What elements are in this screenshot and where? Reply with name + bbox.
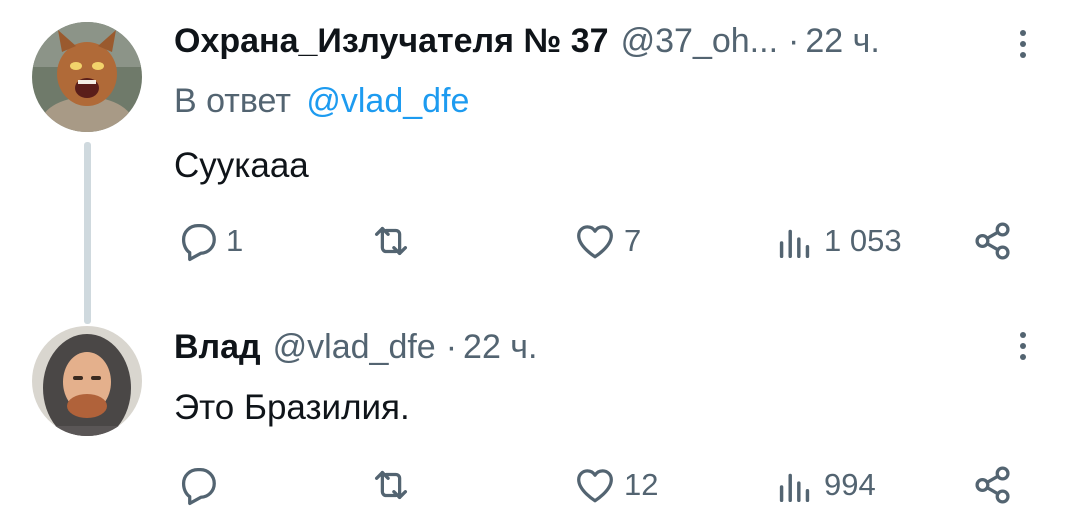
views-count: 1 053 (824, 223, 902, 258)
reply-button[interactable] (174, 460, 226, 510)
like-button[interactable]: 12 (572, 460, 658, 510)
timestamp[interactable]: 22 ч. (805, 22, 879, 61)
author-name[interactable]: Влад (174, 328, 261, 367)
retweet-button[interactable] (368, 460, 420, 510)
tweet-header: Охрана_Излучателя № 37 @37_oh... · 22 ч. (174, 22, 880, 61)
hooded-man-avatar-icon (32, 326, 142, 436)
retweet-icon (374, 470, 408, 500)
tweet-actions: 1 7 1 053 (174, 216, 1024, 266)
separator-dot: · (445, 328, 458, 366)
cartoon-cat-avatar-icon (32, 22, 142, 132)
reply-icon (181, 224, 216, 262)
more-options-icon[interactable] (1020, 332, 1028, 365)
share-button[interactable] (970, 460, 1016, 510)
views-button[interactable]: 1 053 (772, 216, 902, 266)
separator-dot: · (788, 22, 800, 60)
like-button[interactable]: 7 (572, 216, 641, 266)
tweet-actions: 12 994 (174, 460, 1024, 510)
tweet-text: Суукааа (174, 146, 309, 185)
avatar[interactable] (32, 22, 142, 132)
author-handle[interactable]: @37_oh... (621, 22, 778, 61)
reply-count: 1 (226, 223, 244, 258)
share-icon (975, 466, 1010, 504)
share-button[interactable] (970, 216, 1016, 266)
author-handle[interactable]: @vlad_dfe (273, 328, 436, 367)
share-icon (975, 222, 1010, 260)
thread-line (84, 142, 91, 324)
reply-icon (181, 468, 216, 506)
reply-to-mention[interactable]: @vlad_dfe (306, 82, 469, 120)
tweet-header: Влад @vlad_dfe · 22 ч. (174, 328, 537, 367)
views-count: 994 (824, 467, 876, 502)
views-chart-icon (779, 229, 810, 259)
retweet-icon (374, 226, 408, 256)
heart-icon (577, 469, 613, 503)
timestamp[interactable]: 22 ч. (463, 328, 537, 367)
more-options-icon[interactable] (1020, 30, 1028, 63)
tweet-text: Это Бразилия. (174, 388, 410, 427)
views-chart-icon (779, 473, 810, 503)
like-count: 12 (624, 467, 659, 502)
avatar[interactable] (32, 326, 142, 436)
like-count: 7 (624, 223, 642, 258)
reply-button[interactable]: 1 (174, 216, 243, 266)
views-button[interactable]: 994 (772, 460, 876, 510)
reply-to-prefix: В ответ (174, 82, 291, 120)
reply-context: В ответ @vlad_dfe (174, 82, 469, 121)
author-name[interactable]: Охрана_Излучателя № 37 (174, 22, 609, 61)
tweet[interactable]: Охрана_Излучателя № 37 @37_oh... · 22 ч.… (0, 0, 1080, 324)
tweet[interactable]: Влад @vlad_dfe · 22 ч. Это Бразилия. 12 (0, 320, 1080, 531)
retweet-button[interactable] (368, 216, 420, 266)
heart-icon (577, 225, 613, 259)
